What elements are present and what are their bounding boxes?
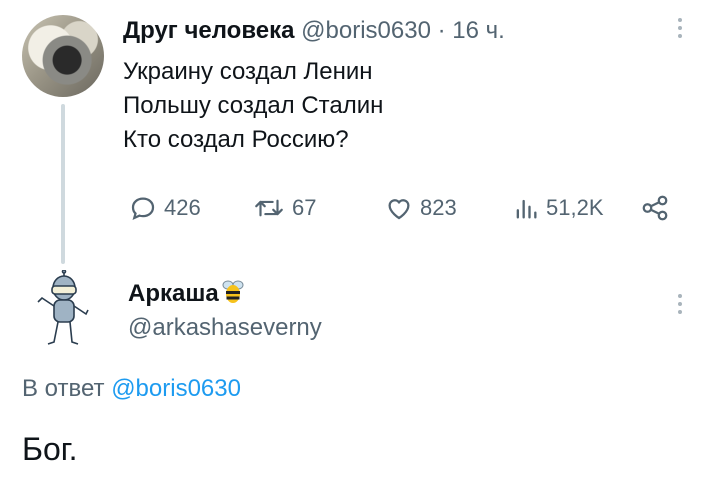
avatar[interactable] [22, 15, 104, 97]
retweet-button[interactable]: 67 [252, 190, 316, 226]
reply-button[interactable]: 426 [128, 190, 201, 226]
tweet-line: Кто создал Россию? [123, 126, 349, 153]
timestamp[interactable]: · 16 ч. [438, 17, 505, 44]
share-icon [642, 195, 668, 221]
tweet-line: Польшу создал Сталин [123, 92, 384, 119]
display-name[interactable]: Друг человека [123, 17, 294, 44]
reply-icon [131, 197, 155, 221]
reply-count: 426 [164, 195, 201, 220]
reply-prefix: В ответ [22, 375, 105, 402]
views-icon [516, 199, 537, 219]
more-icon[interactable] [672, 14, 688, 42]
bee-icon [222, 280, 244, 303]
views-count: 51,2K [546, 195, 604, 220]
tweet-text: Бог. [22, 431, 78, 467]
tweet-text: Украину создал Ленин Польшу создал Стали… [123, 55, 383, 157]
retweet-count: 67 [292, 195, 317, 220]
like-button[interactable]: 823 [384, 190, 457, 226]
tweet-line: Украину создал Ленин [123, 58, 373, 85]
reply-context: В ответ @boris0630 [22, 372, 241, 406]
views-button[interactable]: 51,2K [512, 190, 604, 226]
tweet-header: Аркаша [128, 277, 247, 310]
handle[interactable]: @boris0630 [301, 17, 431, 44]
thread-line [61, 104, 65, 264]
more-icon[interactable] [672, 290, 688, 318]
display-name[interactable]: Аркаша [128, 280, 219, 307]
like-icon [388, 199, 410, 220]
like-count: 823 [420, 195, 457, 220]
action-bar: 426 67 823 51,2K [128, 190, 680, 226]
handle[interactable]: @arkashaseverny [128, 312, 322, 344]
avatar[interactable] [30, 270, 94, 350]
tweet-header: Друг человека @boris0630 · 16 ч. [123, 14, 505, 48]
reply-mention-link[interactable]: @boris0630 [111, 375, 241, 402]
share-button[interactable] [640, 190, 676, 226]
retweet-icon [255, 199, 283, 217]
